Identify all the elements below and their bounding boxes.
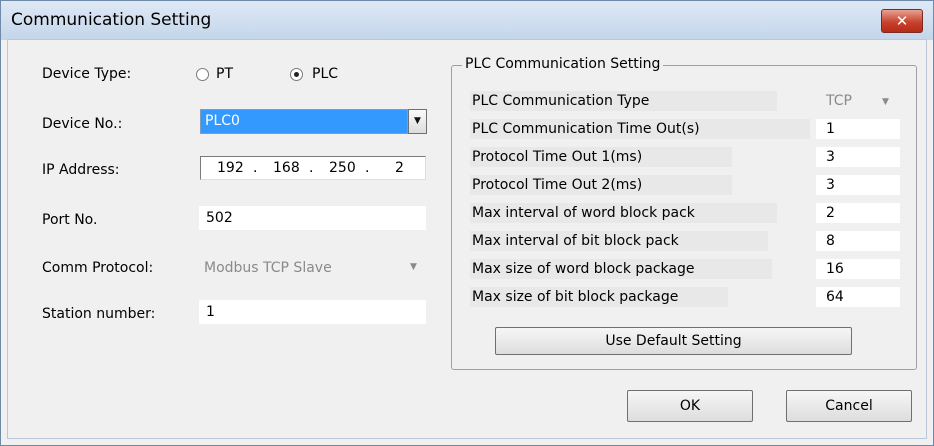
port-no-field[interactable]: 502 <box>199 206 426 230</box>
dropdown-arrow-icon: ▼ <box>414 116 421 126</box>
protocol-timeout-1-field[interactable]: 3 <box>816 147 900 167</box>
radio-pt[interactable] <box>196 68 209 81</box>
ok-button[interactable]: OK <box>627 390 753 422</box>
dropdown-arrow-icon[interactable]: ▼ <box>410 262 417 272</box>
ip-octet-4[interactable]: 2 <box>395 157 404 179</box>
protocol-timeout-2-field[interactable]: 3 <box>816 175 900 195</box>
device-type-label: Device Type: <box>42 66 132 82</box>
protocol-timeout-2-label: Protocol Time Out 2(ms) <box>470 175 732 195</box>
ip-octet-2[interactable]: 168 <box>273 157 300 179</box>
max-word-size-label: Max size of word block package <box>470 259 772 279</box>
ip-dot: . <box>365 160 370 176</box>
comm-protocol-label: Comm Protocol: <box>42 260 154 276</box>
close-icon: ✕ <box>895 12 909 30</box>
port-no-label: Port No. <box>42 212 98 228</box>
radio-pt-label[interactable]: PT <box>216 66 233 82</box>
max-bit-interval-field[interactable]: 8 <box>816 231 900 251</box>
close-button[interactable]: ✕ <box>881 9 923 33</box>
ip-octet-3[interactable]: 250 <box>329 157 356 179</box>
max-bit-interval-label: Max interval of bit block pack <box>470 231 768 251</box>
ip-dot: . <box>309 160 314 176</box>
plc-comm-type-label: PLC Communication Type <box>470 91 777 111</box>
cancel-button[interactable]: Cancel <box>786 390 912 422</box>
max-bit-size-field[interactable]: 64 <box>816 287 900 307</box>
ip-address-field[interactable]: 192 . 168 . 250 . 2 <box>200 156 426 180</box>
plc-comm-timeout-field[interactable]: 1 <box>816 119 900 139</box>
device-no-select[interactable]: PLC0 <box>200 109 408 134</box>
dropdown-arrow-icon: ▼ <box>882 97 889 107</box>
plc-group-legend: PLC Communication Setting <box>462 56 664 72</box>
title-bar: Communication Setting ✕ <box>1 1 933 40</box>
device-no-label: Device No.: <box>42 116 123 132</box>
device-no-dropdown-button[interactable]: ▼ <box>408 109 427 134</box>
ip-dot: . <box>253 160 258 176</box>
max-word-interval-label: Max interval of word block pack <box>470 203 777 223</box>
max-word-interval-field[interactable]: 2 <box>816 203 900 223</box>
radio-plc-label[interactable]: PLC <box>312 66 338 82</box>
ip-octet-1[interactable]: 192 <box>217 157 244 179</box>
plc-comm-type-value: TCP <box>826 93 852 109</box>
station-number-field[interactable]: 1 <box>199 300 426 324</box>
plc-comm-timeout-label: PLC Communication Time Out(s) <box>470 119 810 139</box>
plc-comm-type-select[interactable]: TCP ▼ <box>816 91 900 111</box>
station-number-label: Station number: <box>42 306 156 322</box>
comm-protocol-value[interactable]: Modbus TCP Slave <box>204 260 332 276</box>
max-bit-size-label: Max size of bit block package <box>470 287 728 307</box>
max-word-size-field[interactable]: 16 <box>816 259 900 279</box>
protocol-timeout-1-label: Protocol Time Out 1(ms) <box>470 147 732 167</box>
radio-plc[interactable] <box>290 68 303 81</box>
ip-address-label: IP Address: <box>42 162 120 178</box>
use-default-setting-button[interactable]: Use Default Setting <box>495 327 852 355</box>
window-title: Communication Setting <box>11 10 212 30</box>
